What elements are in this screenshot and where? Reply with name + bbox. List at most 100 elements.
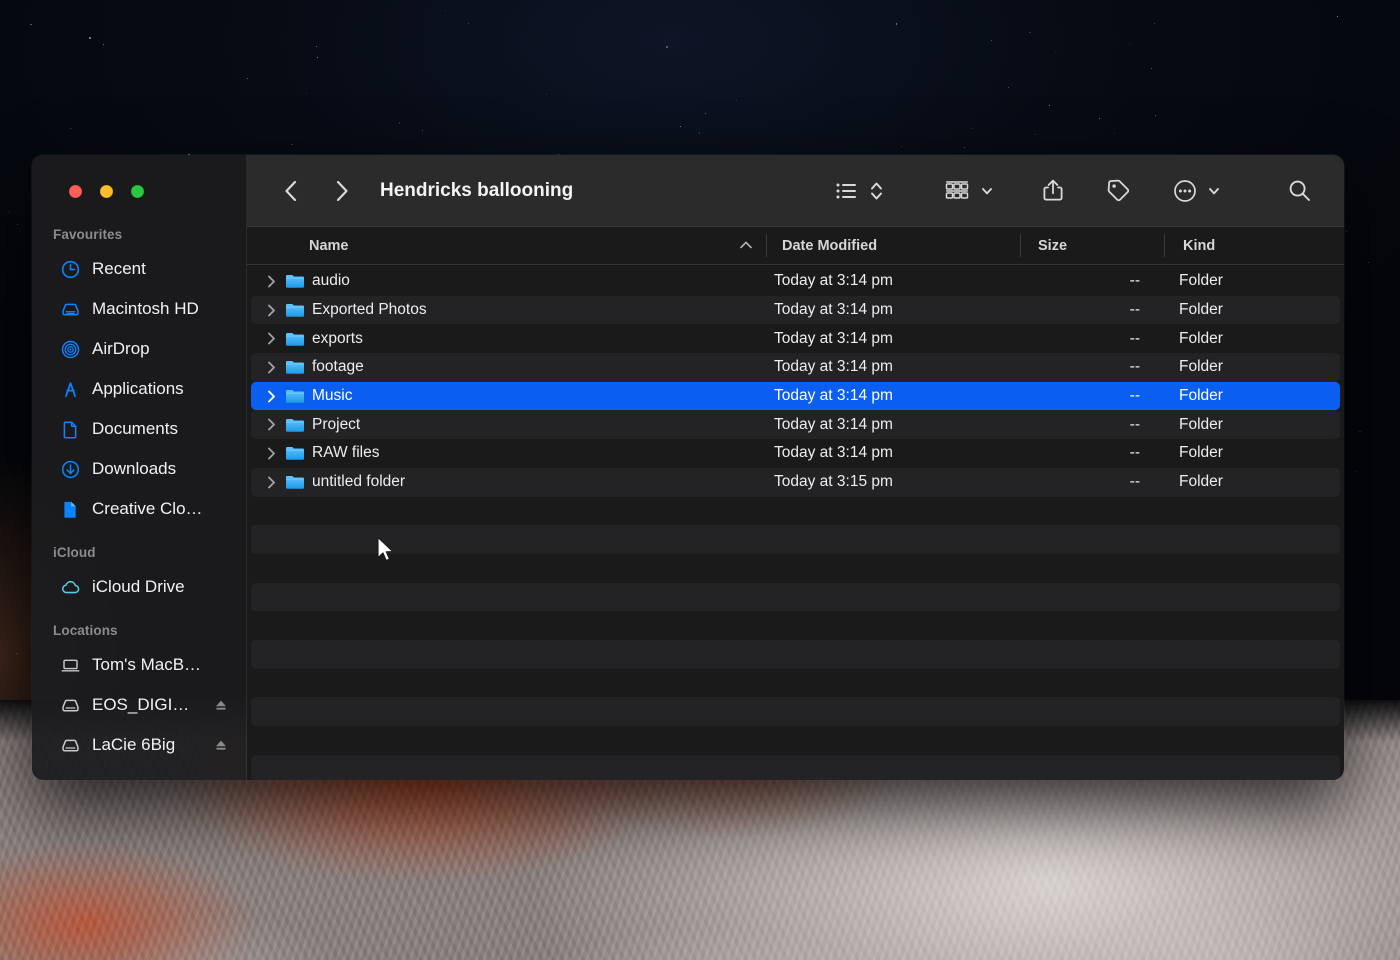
- cell-size: --: [1129, 387, 1140, 405]
- star: [467, 22, 469, 24]
- sidebar-item-lacie-6big[interactable]: LaCie 6Big: [40, 725, 238, 765]
- star: [103, 43, 105, 45]
- sidebar-group-label: iCloud: [53, 545, 96, 560]
- empty-row[interactable]: [251, 726, 1340, 755]
- star: [1029, 31, 1031, 34]
- empty-row[interactable]: [251, 554, 1340, 583]
- folder-icon: [286, 332, 304, 346]
- chevron-right-icon[interactable]: [265, 476, 278, 489]
- cell-name: Project: [251, 416, 762, 434]
- star: [1359, 431, 1361, 433]
- cell-kind: Folder: [1179, 301, 1223, 319]
- column-header-name[interactable]: Name: [247, 227, 766, 264]
- table-row[interactable]: Exported Photos Today at 3:14 pm -- Folder: [251, 295, 1340, 325]
- folder-icon: [286, 361, 304, 375]
- eject-button[interactable]: [214, 698, 228, 712]
- airdrop-icon: [61, 340, 80, 358]
- chevron-right-icon[interactable]: [265, 304, 278, 317]
- folder-icon: [285, 445, 305, 461]
- empty-row[interactable]: [251, 611, 1340, 640]
- folder-icon: [285, 302, 305, 318]
- column-label-size: Size: [1038, 237, 1068, 254]
- column-header-date-modified[interactable]: Date Modified: [766, 227, 1020, 264]
- cell-kind: Folder: [1179, 358, 1223, 376]
- sidebar-item-recent[interactable]: Recent: [40, 249, 238, 289]
- chevron-right-icon[interactable]: [265, 361, 278, 374]
- sidebar-item-label: Downloads: [92, 459, 177, 478]
- group-view-button[interactable]: [938, 174, 1000, 208]
- folder-icon: [285, 417, 305, 433]
- cell-name: footage: [251, 358, 762, 376]
- sidebar-item-eos-digi[interactable]: EOS_DIGI…: [40, 685, 238, 725]
- window-controls: [32, 155, 246, 227]
- sort-order-button[interactable]: [863, 174, 890, 208]
- applications-icon: [60, 379, 81, 400]
- sidebar-item-airdrop[interactable]: AirDrop: [40, 329, 238, 369]
- table-row[interactable]: audio Today at 3:14 pm -- Folder: [251, 267, 1340, 296]
- star: [900, 145, 903, 148]
- eject-button[interactable]: [214, 738, 228, 752]
- star: [1367, 261, 1369, 263]
- star: [7, 211, 9, 213]
- view-list-button[interactable]: [830, 174, 865, 208]
- file-name: RAW files: [312, 444, 380, 462]
- empty-row[interactable]: [251, 497, 1340, 526]
- chevron-right-icon[interactable]: [265, 390, 278, 403]
- cell-date-modified: Today at 3:14 pm: [774, 272, 893, 290]
- empty-row[interactable]: [251, 639, 1340, 669]
- cell-name: Music: [251, 387, 762, 405]
- column-label-kind: Kind: [1183, 237, 1216, 254]
- maximize-button[interactable]: [131, 184, 144, 198]
- chevron-right-icon[interactable]: [265, 275, 278, 288]
- cell-size: --: [1129, 329, 1140, 347]
- sidebar-item-downloads[interactable]: Downloads: [40, 449, 238, 489]
- table-row[interactable]: exports Today at 3:14 pm -- Folder: [251, 324, 1340, 353]
- back-button[interactable]: [273, 174, 307, 208]
- column-header-size[interactable]: Size: [1020, 227, 1164, 264]
- cell-date-modified: Today at 3:14 pm: [774, 358, 893, 376]
- sidebar-item-label: AirDrop: [92, 339, 150, 358]
- sidebar-item-tom-s-macb[interactable]: Tom's MacB…: [40, 645, 238, 685]
- sidebar-item-creative-clo[interactable]: Creative Clo…: [40, 489, 238, 529]
- star: [1048, 105, 1050, 107]
- finder-sidebar: Favourites Recent Macintosh HD AirDrop A…: [32, 155, 247, 780]
- table-row[interactable]: RAW files Today at 3:14 pm -- Folder: [251, 439, 1340, 468]
- empty-row[interactable]: [251, 582, 1340, 612]
- cell-kind: Folder: [1179, 387, 1223, 405]
- column-label-name: Name: [309, 237, 349, 254]
- chevron-right-icon[interactable]: [265, 447, 278, 460]
- cell-size: --: [1129, 272, 1140, 290]
- search-button[interactable]: [1281, 174, 1318, 208]
- sidebar-item-macintosh-hd[interactable]: Macintosh HD: [40, 289, 238, 329]
- cell-kind: Folder: [1179, 329, 1223, 347]
- star: [1099, 117, 1101, 119]
- empty-row[interactable]: [251, 525, 1340, 554]
- sidebar-item-icloud-drive[interactable]: iCloud Drive: [40, 567, 238, 607]
- star: [290, 143, 293, 146]
- chevron-right-icon[interactable]: [265, 418, 278, 431]
- file-name: Exported Photos: [312, 301, 427, 319]
- more-actions-button[interactable]: [1167, 174, 1227, 208]
- sidebar-item-label: EOS_DIGI…: [92, 695, 190, 714]
- table-row[interactable]: Project Today at 3:14 pm -- Folder: [251, 410, 1340, 440]
- file-list[interactable]: audio Today at 3:14 pm -- Folder Exported P…: [247, 265, 1344, 780]
- table-row[interactable]: untitled folder Today at 3:15 pm -- Folder: [251, 467, 1340, 497]
- sidebar-item-documents[interactable]: Documents: [40, 409, 238, 449]
- forward-button[interactable]: [325, 174, 359, 208]
- column-header-kind[interactable]: Kind: [1164, 227, 1344, 264]
- star: [1007, 87, 1009, 89]
- empty-row[interactable]: [251, 697, 1340, 726]
- cell-kind: Folder: [1179, 415, 1223, 433]
- tag-button[interactable]: [1100, 174, 1137, 208]
- table-row[interactable]: Music Today at 3:14 pm -- Folder: [251, 381, 1340, 411]
- chevron-up-icon: [739, 238, 753, 254]
- chevron-right-icon[interactable]: [265, 332, 278, 345]
- harddisk-icon: [62, 303, 79, 316]
- table-row[interactable]: footage Today at 3:14 pm -- Folder: [251, 353, 1340, 382]
- close-button[interactable]: [69, 184, 82, 198]
- empty-row[interactable]: [251, 669, 1340, 698]
- minimize-button[interactable]: [100, 184, 113, 198]
- sidebar-item-applications[interactable]: Applications: [40, 369, 238, 409]
- empty-row[interactable]: [251, 754, 1340, 780]
- share-button[interactable]: [1036, 174, 1070, 208]
